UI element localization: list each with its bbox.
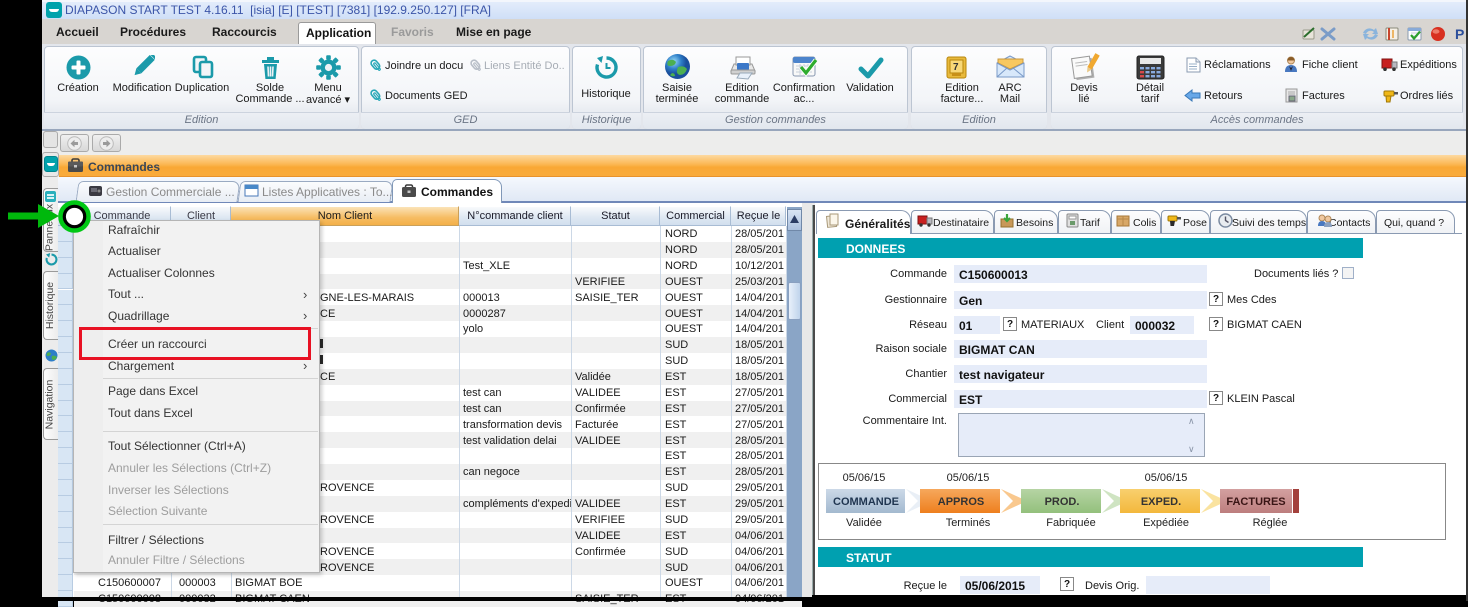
svg-text:7: 7 bbox=[953, 62, 959, 73]
svg-text:COMMANDE: COMMANDE bbox=[833, 496, 899, 508]
svg-text:EXPED.: EXPED. bbox=[1141, 496, 1181, 508]
svg-text:P: P bbox=[1455, 26, 1464, 42]
svg-text:PROD.: PROD. bbox=[1045, 496, 1080, 508]
svg-text:FACTURES: FACTURES bbox=[1226, 496, 1285, 508]
svg-text:APPROS: APPROS bbox=[938, 496, 984, 508]
